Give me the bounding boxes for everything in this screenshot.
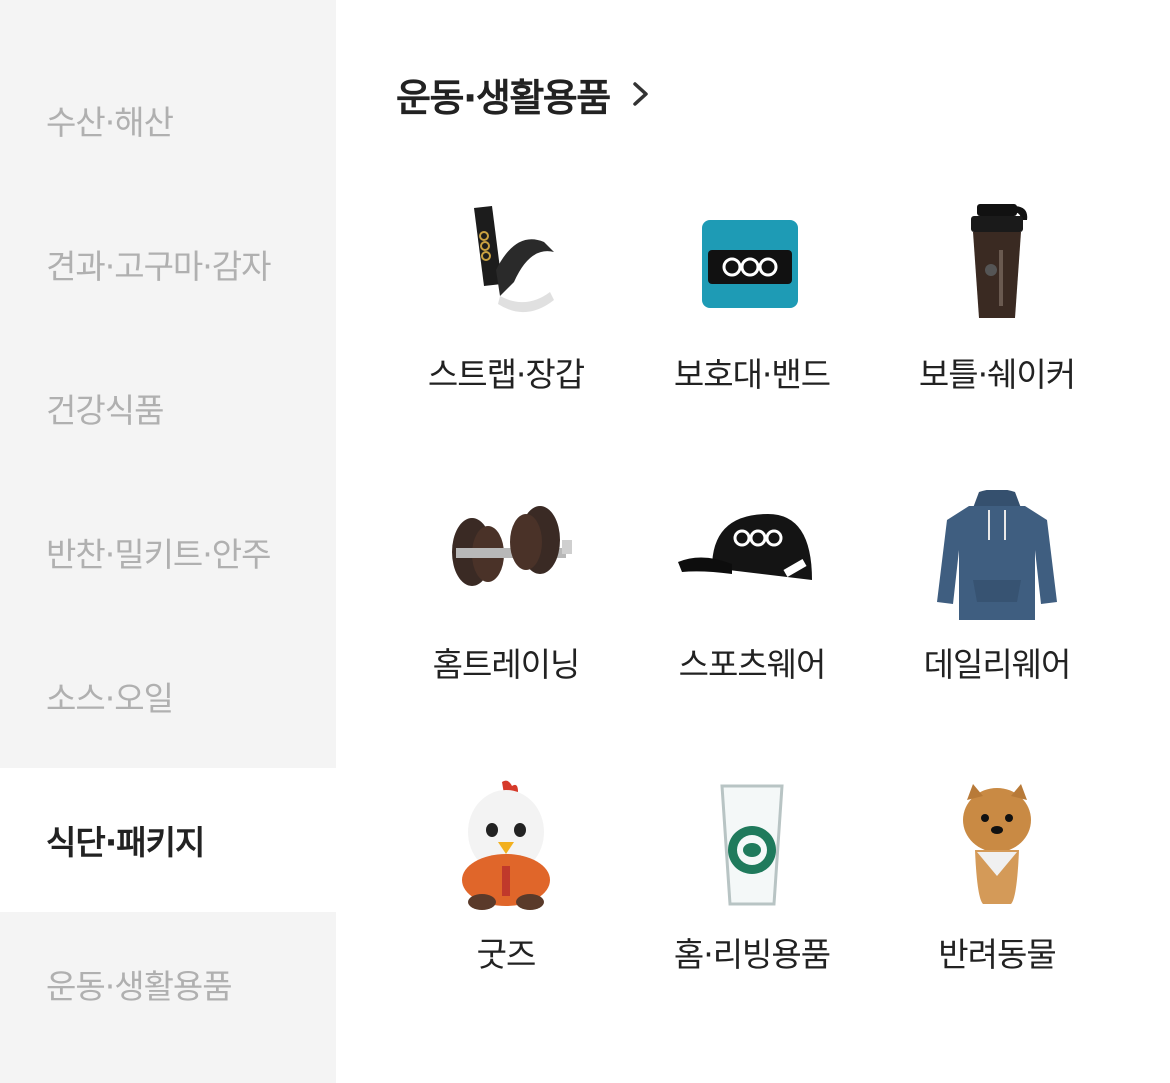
sidebar-item-sauce-oil[interactable]: 소스·오일 bbox=[0, 624, 336, 768]
category-item-home-living[interactable]: 홈·리빙용품 bbox=[629, 780, 875, 1050]
chevron-right-icon bbox=[632, 82, 648, 106]
category-item-bottles-shakers[interactable]: 보틀·쉐이커 bbox=[874, 200, 1120, 470]
category-label: 보틀·쉐이커 bbox=[918, 355, 1076, 394]
category-label: 굿즈 bbox=[476, 935, 537, 974]
hoodie-icon bbox=[917, 490, 1077, 620]
category-label: 보호대·밴드 bbox=[673, 355, 831, 394]
sidebar-item-diet-package[interactable]: 식단·패키지 bbox=[0, 768, 336, 912]
sidebar-item-side-dishes[interactable]: 반찬·밀키트·안주 bbox=[0, 480, 336, 624]
chicken-plush-icon bbox=[426, 780, 586, 910]
category-item-straps-gloves[interactable]: 스트랩·장갑 bbox=[383, 200, 629, 470]
lifting-strap-icon bbox=[426, 200, 586, 330]
category-item-goods[interactable]: 굿즈 bbox=[383, 780, 629, 1050]
dumbbell-icon bbox=[426, 490, 586, 620]
category-label: 홈트레이닝 bbox=[432, 645, 581, 684]
glass-cup-icon bbox=[672, 780, 832, 910]
category-label: 반려동물 bbox=[938, 935, 1056, 974]
wrist-band-icon bbox=[672, 200, 832, 330]
category-item-home-training[interactable]: 홈트레이닝 bbox=[383, 490, 629, 760]
category-label: 데일리웨어 bbox=[923, 645, 1072, 684]
sidebar-item-sports-living[interactable]: 운동·생활용품 bbox=[0, 912, 336, 1056]
shaker-bottle-icon bbox=[917, 200, 1077, 330]
cap-icon bbox=[672, 490, 832, 620]
sidebar-item-health-food[interactable]: 건강식품 bbox=[0, 336, 336, 480]
section-header-link[interactable]: 운동·생활용품 bbox=[396, 62, 652, 126]
category-sidebar: 수산·해산 견과·고구마·감자 건강식품 반찬·밀키트·안주 소스·오일 식단·… bbox=[0, 0, 336, 1083]
sidebar-item-seafood[interactable]: 수산·해산 bbox=[0, 48, 336, 192]
category-label: 스트랩·장갑 bbox=[427, 355, 585, 394]
section-title: 운동·생활용품 bbox=[396, 75, 611, 120]
category-label: 스포츠웨어 bbox=[678, 645, 827, 684]
category-item-pets[interactable]: 반려동물 bbox=[874, 780, 1120, 1050]
dog-icon bbox=[917, 780, 1077, 910]
category-item-dailywear[interactable]: 데일리웨어 bbox=[874, 490, 1120, 760]
category-item-sportswear[interactable]: 스포츠웨어 bbox=[629, 490, 875, 760]
category-label: 홈·리빙용품 bbox=[673, 935, 831, 974]
sidebar-item-nuts-potato[interactable]: 견과·고구마·감자 bbox=[0, 192, 336, 336]
category-item-guards-bands[interactable]: 보호대·밴드 bbox=[629, 200, 875, 470]
